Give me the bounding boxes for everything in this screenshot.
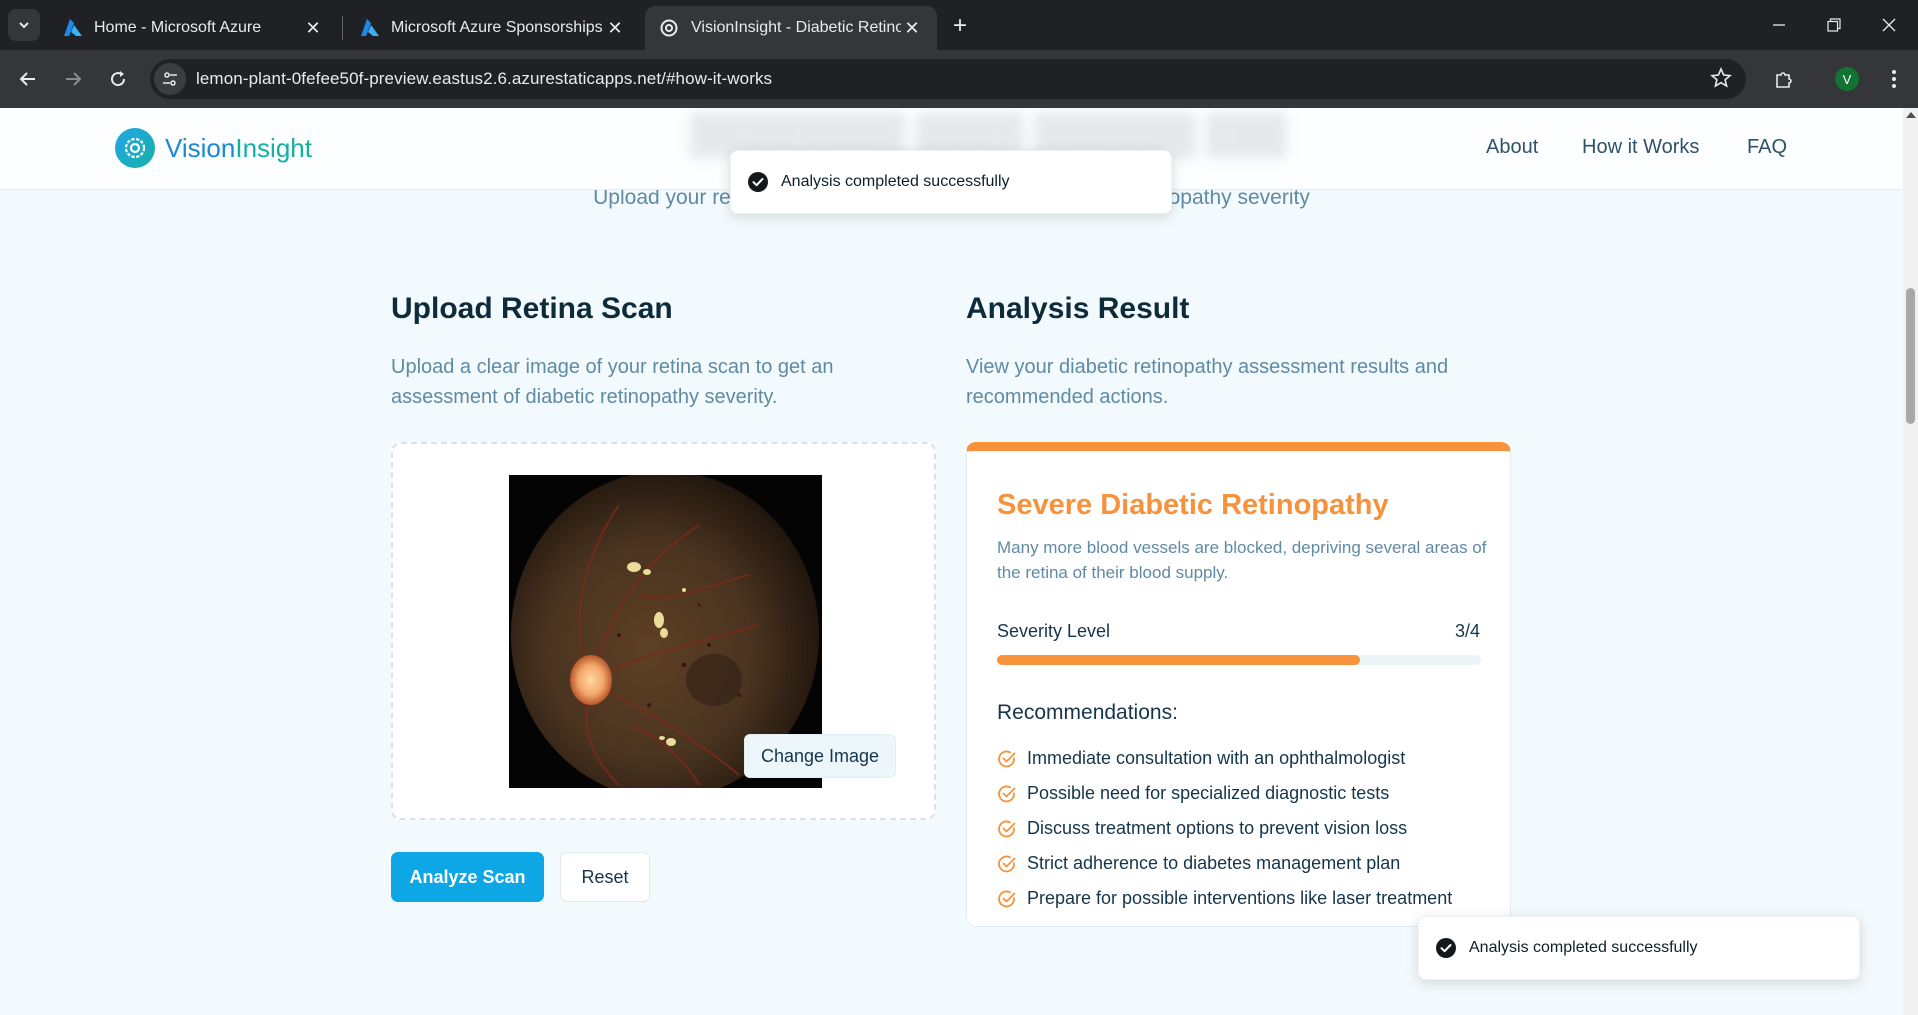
extensions-button[interactable] — [1766, 61, 1802, 97]
close-window-button[interactable] — [1862, 0, 1916, 50]
new-tab-button[interactable]: + — [944, 10, 976, 42]
logo-text-vision: Vision — [165, 132, 236, 163]
check-circle-icon — [998, 855, 1016, 872]
tab-title: Home - Microsoft Azure — [94, 19, 262, 36]
minimize-icon — [1773, 24, 1785, 26]
check-circle-filled-icon — [748, 172, 768, 192]
recommendations-title: Recommendations: — [997, 701, 1178, 724]
gear-logo-icon — [124, 137, 146, 159]
close-icon[interactable]: ✕ — [604, 17, 626, 39]
chevron-down-icon — [19, 22, 29, 29]
logo-text-insight: Insight — [235, 132, 312, 163]
back-button[interactable] — [10, 61, 46, 97]
arrow-right-icon — [66, 72, 82, 86]
upload-title: Upload Retina Scan — [391, 292, 673, 325]
scroll-up-arrow-icon[interactable] — [1906, 112, 1916, 118]
check-circle-icon — [998, 750, 1016, 767]
nav-link-faq[interactable]: FAQ — [1747, 136, 1787, 159]
restore-icon — [1827, 18, 1841, 32]
reset-button[interactable]: Reset — [560, 852, 650, 902]
browser-tab-bar: Home - Microsoft Azure ✕ Microsoft Azure… — [0, 0, 1918, 50]
minimize-button[interactable] — [1752, 0, 1806, 50]
check-circle-icon — [998, 785, 1016, 802]
azure-logo-icon — [361, 19, 379, 36]
toast-notification[interactable]: Analysis completed successfully — [1418, 916, 1860, 980]
severity-level-value: 3/4 — [1454, 621, 1480, 641]
address-bar[interactable]: lemon-plant-0fefee50f-preview.eastus2.6.… — [150, 59, 1746, 99]
change-image-button[interactable]: Change Image — [744, 734, 896, 778]
browser-menu-button[interactable] — [1876, 61, 1912, 97]
close-icon[interactable]: ✕ — [901, 17, 923, 39]
reload-icon — [111, 71, 126, 87]
recommendation-text: Immediate consultation with an ophthalmo… — [1027, 748, 1406, 768]
azure-logo-icon — [64, 19, 82, 36]
browser-tab-azure-home[interactable]: Home - Microsoft Azure ✕ — [48, 6, 338, 50]
toast-message: Analysis completed successfully — [1469, 939, 1698, 956]
list-item: Prepare for possible interventions like … — [997, 881, 1452, 916]
close-icon — [1882, 18, 1896, 32]
url-text: lemon-plant-0fefee50f-preview.eastus2.6.… — [196, 69, 773, 88]
tab-divider — [342, 16, 343, 40]
logo-text: VisionInsight — [165, 133, 312, 164]
upload-description: Upload a clear image of your retina scan… — [391, 356, 834, 408]
page-viewport: ████████ ████ ██████ ███ Upload your ret… — [0, 108, 1903, 1015]
check-circle-filled-icon — [1436, 938, 1456, 958]
browser-toolbar: lemon-plant-0fefee50f-preview.eastus2.6.… — [0, 50, 1918, 108]
toast-notification[interactable]: Analysis completed successfully — [730, 150, 1172, 214]
profile-avatar[interactable]: V — [1835, 67, 1859, 91]
more-vertical-icon — [1892, 70, 1896, 88]
severity-progress-fill — [997, 655, 1360, 665]
recommendation-text: Possible need for specialized diagnostic… — [1027, 783, 1390, 803]
upload-dropzone[interactable]: Change Image — [391, 442, 936, 820]
gear-logo-icon — [660, 19, 678, 37]
logo-mark — [115, 128, 155, 168]
tab-title: Microsoft Azure Sponsorships | — [391, 19, 604, 36]
result-title: Analysis Result — [966, 292, 1190, 325]
list-item: Discuss treatment options to prevent vis… — [997, 811, 1452, 846]
nav-link-how-it-works[interactable]: How it Works — [1582, 136, 1699, 159]
recommendation-text: Strict adherence to diabetes management … — [1027, 853, 1401, 873]
site-info-button[interactable] — [154, 63, 186, 95]
reload-button[interactable] — [100, 61, 136, 97]
list-item: Immediate consultation with an ophthalmo… — [997, 741, 1452, 776]
restore-button[interactable] — [1807, 0, 1861, 50]
arrow-left-icon — [19, 72, 35, 86]
tab-title: VisionInsight - Diabetic Retinop — [691, 19, 901, 36]
recommendations-list: Immediate consultation with an ophthalmo… — [997, 741, 1452, 916]
result-card: Severe Diabetic Retinopathy Many more bl… — [966, 442, 1511, 927]
list-item: Possible need for specialized diagnostic… — [997, 776, 1452, 811]
list-item: Strict adherence to diabetes management … — [997, 846, 1452, 881]
tune-icon — [163, 72, 177, 86]
nav-link-about[interactable]: About — [1486, 136, 1538, 159]
forward-button[interactable] — [55, 61, 91, 97]
severity-title: Severe Diabetic Retinopathy — [997, 489, 1389, 521]
tab-search-button[interactable] — [8, 9, 40, 41]
page-scrollbar[interactable] — [1903, 108, 1918, 1015]
close-icon[interactable]: ✕ — [302, 17, 324, 39]
analyze-scan-button[interactable]: Analyze Scan — [391, 852, 544, 902]
browser-tab-visioninsight[interactable]: VisionInsight - Diabetic Retinop ✕ — [645, 6, 937, 50]
result-description: View your diabetic retinopathy assessmen… — [966, 356, 1449, 408]
browser-tab-azure-sponsorships[interactable]: Microsoft Azure Sponsorships | ✕ — [345, 6, 640, 50]
severity-progress-bar — [997, 655, 1481, 665]
check-circle-icon — [998, 820, 1016, 837]
severity-description: Many more blood vessels are blocked, dep… — [997, 538, 1487, 582]
bookmark-star-icon[interactable] — [1710, 67, 1732, 89]
scrollbar-thumb[interactable] — [1906, 288, 1915, 424]
recommendation-text: Prepare for possible interventions like … — [1027, 888, 1453, 908]
toast-message: Analysis completed successfully — [781, 173, 1010, 190]
recommendation-text: Discuss treatment options to prevent vis… — [1027, 818, 1408, 838]
check-circle-icon — [998, 890, 1016, 907]
site-logo[interactable]: VisionInsight — [115, 128, 312, 168]
severity-level-label: Severity Level — [997, 621, 1111, 641]
puzzle-icon — [1776, 72, 1792, 88]
